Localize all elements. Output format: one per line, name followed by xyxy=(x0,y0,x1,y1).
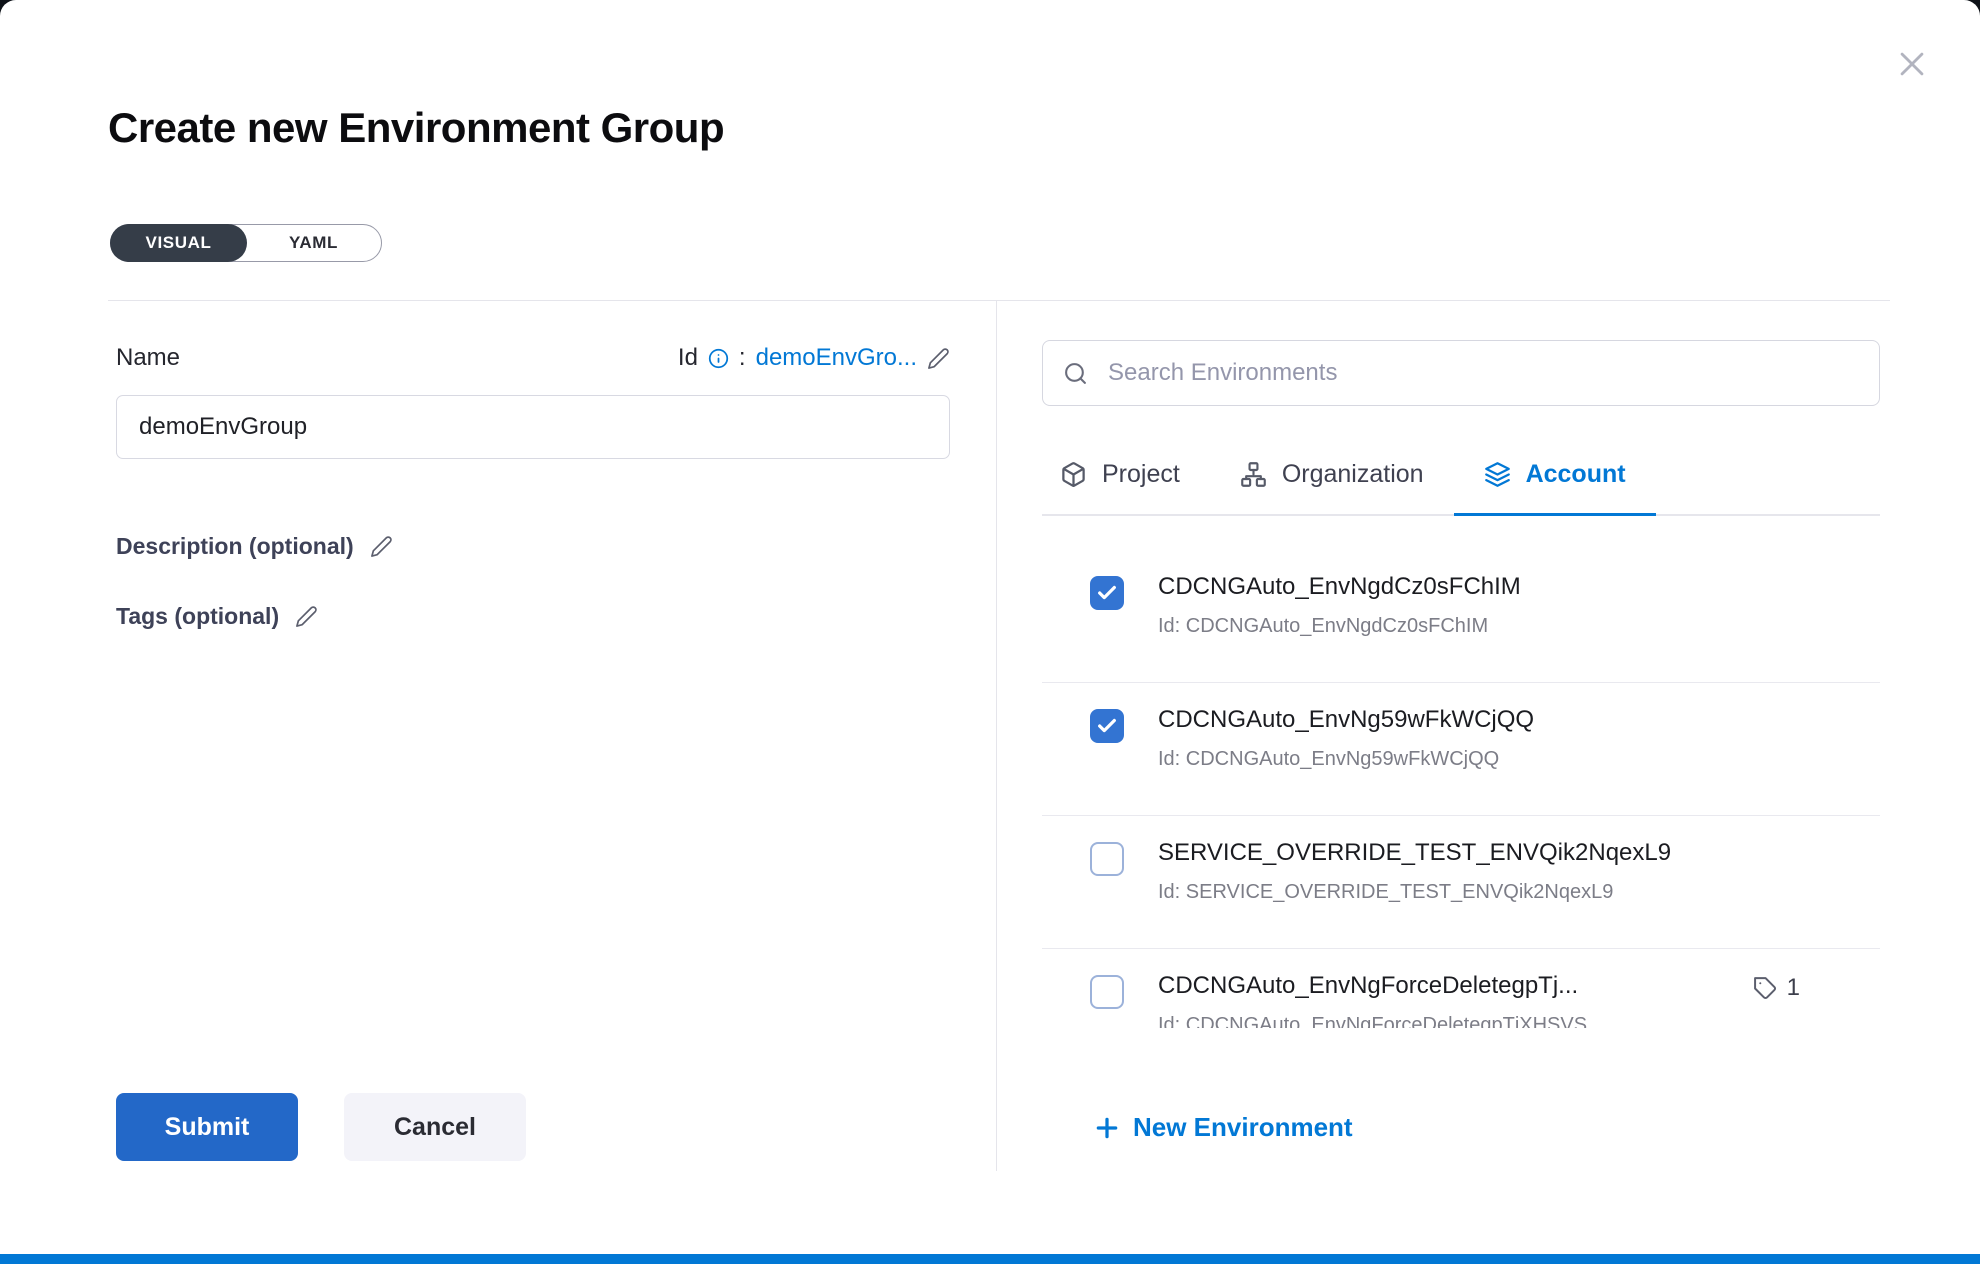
layers-icon xyxy=(1484,461,1511,488)
environment-row: CDCNGAuto_EnvNgForceDeletegpTj... Id: CD… xyxy=(1042,949,1880,1028)
create-env-group-modal: Create new Environment Group VISUAL YAML… xyxy=(0,0,1980,1254)
toggle-yaml[interactable]: YAML xyxy=(245,224,382,262)
check-icon xyxy=(1096,582,1118,604)
id-value-link[interactable]: demoEnvGro... xyxy=(756,344,917,372)
modal-title: Create new Environment Group xyxy=(108,104,724,152)
environment-id: Id: CDCNGAuto_EnvNgdCz0sFChIM xyxy=(1158,615,1521,638)
environment-name: CDCNGAuto_EnvNgdCz0sFChIM xyxy=(1158,573,1521,601)
toggle-visual[interactable]: VISUAL xyxy=(110,224,247,262)
tab-organization-label: Organization xyxy=(1282,460,1424,489)
id-group: Id : demoEnvGro... xyxy=(678,344,950,372)
plus-icon xyxy=(1094,1115,1120,1141)
vertical-divider xyxy=(996,301,997,1171)
environment-tag-badge: 1 xyxy=(1753,974,1800,1002)
tab-account-label: Account xyxy=(1526,460,1626,489)
environment-checkbox[interactable] xyxy=(1090,975,1124,1009)
visual-yaml-toggle: VISUAL YAML xyxy=(110,224,382,262)
tag-icon xyxy=(1753,976,1778,1001)
tab-project[interactable]: Project xyxy=(1042,436,1210,516)
environment-search xyxy=(1042,340,1880,406)
environment-id: Id: CDCNGAuto_EnvNg59wFkWCjQQ xyxy=(1158,748,1534,771)
new-environment-label: New Environment xyxy=(1133,1112,1353,1143)
tags-label: Tags (optional) xyxy=(116,603,279,630)
environment-name: CDCNGAuto_EnvNgForceDeletegpTj... xyxy=(1158,972,1587,1000)
environment-info: CDCNGAuto_EnvNgdCz0sFChIM Id: CDCNGAuto_… xyxy=(1158,573,1521,638)
edit-tags-icon[interactable] xyxy=(295,605,318,628)
close-icon xyxy=(1895,47,1929,81)
name-input[interactable] xyxy=(116,395,950,459)
environment-info: CDCNGAuto_EnvNgForceDeletegpTj... Id: CD… xyxy=(1158,972,1587,1028)
environment-id: Id: SERVICE_OVERRIDE_TEST_ENVQik2NqexL9 xyxy=(1158,881,1671,904)
environment-id: Id: CDCNGAuto_EnvNgForceDeletegpTjXHSVS xyxy=(1158,1014,1587,1028)
description-row: Description (optional) xyxy=(116,533,393,560)
environment-info: CDCNGAuto_EnvNg59wFkWCjQQ Id: CDCNGAuto_… xyxy=(1158,706,1534,771)
check-icon xyxy=(1096,715,1118,737)
edit-id-icon[interactable] xyxy=(927,347,950,370)
search-input[interactable] xyxy=(1106,358,1859,388)
cube-icon xyxy=(1060,461,1087,488)
environment-panel: Project Organization Account CDCNGAuto_E… xyxy=(1042,340,1880,1028)
tab-organization[interactable]: Organization xyxy=(1210,436,1454,516)
search-icon xyxy=(1063,361,1088,386)
tag-count: 1 xyxy=(1787,974,1800,1002)
environment-name: CDCNGAuto_EnvNg59wFkWCjQQ xyxy=(1158,706,1534,734)
action-buttons: Submit Cancel xyxy=(116,1093,526,1161)
org-chart-icon xyxy=(1240,461,1267,488)
tab-project-label: Project xyxy=(1102,460,1180,489)
tags-row: Tags (optional) xyxy=(116,603,318,630)
horizontal-divider xyxy=(108,300,1890,301)
id-label: Id xyxy=(678,344,698,372)
environment-row: SERVICE_OVERRIDE_TEST_ENVQik2NqexL9 Id: … xyxy=(1042,816,1880,949)
description-label: Description (optional) xyxy=(116,533,354,560)
id-separator: : xyxy=(739,344,746,372)
close-button[interactable] xyxy=(1892,44,1932,84)
environment-name: SERVICE_OVERRIDE_TEST_ENVQik2NqexL9 xyxy=(1158,839,1671,867)
tab-account[interactable]: Account xyxy=(1454,436,1656,516)
environment-checkbox[interactable] xyxy=(1090,709,1124,743)
cancel-button[interactable]: Cancel xyxy=(344,1093,526,1161)
background-blue-bar xyxy=(0,1254,1980,1264)
new-environment-button[interactable]: New Environment xyxy=(1094,1112,1353,1143)
environment-checkbox[interactable] xyxy=(1090,842,1124,876)
environment-info: SERVICE_OVERRIDE_TEST_ENVQik2NqexL9 Id: … xyxy=(1158,839,1671,904)
environment-row: CDCNGAuto_EnvNg59wFkWCjQQ Id: CDCNGAuto_… xyxy=(1042,683,1880,816)
edit-description-icon[interactable] xyxy=(370,535,393,558)
environment-checkbox[interactable] xyxy=(1090,576,1124,610)
name-label: Name xyxy=(116,344,180,372)
environment-row: CDCNGAuto_EnvNgdCz0sFChIM Id: CDCNGAuto_… xyxy=(1042,550,1880,683)
environment-list: CDCNGAuto_EnvNgdCz0sFChIM Id: CDCNGAuto_… xyxy=(1042,516,1880,1028)
name-row: Name Id : demoEnvGro... xyxy=(116,344,950,372)
submit-button[interactable]: Submit xyxy=(116,1093,298,1161)
info-icon[interactable] xyxy=(708,348,729,369)
scope-tabs: Project Organization Account xyxy=(1042,436,1880,516)
